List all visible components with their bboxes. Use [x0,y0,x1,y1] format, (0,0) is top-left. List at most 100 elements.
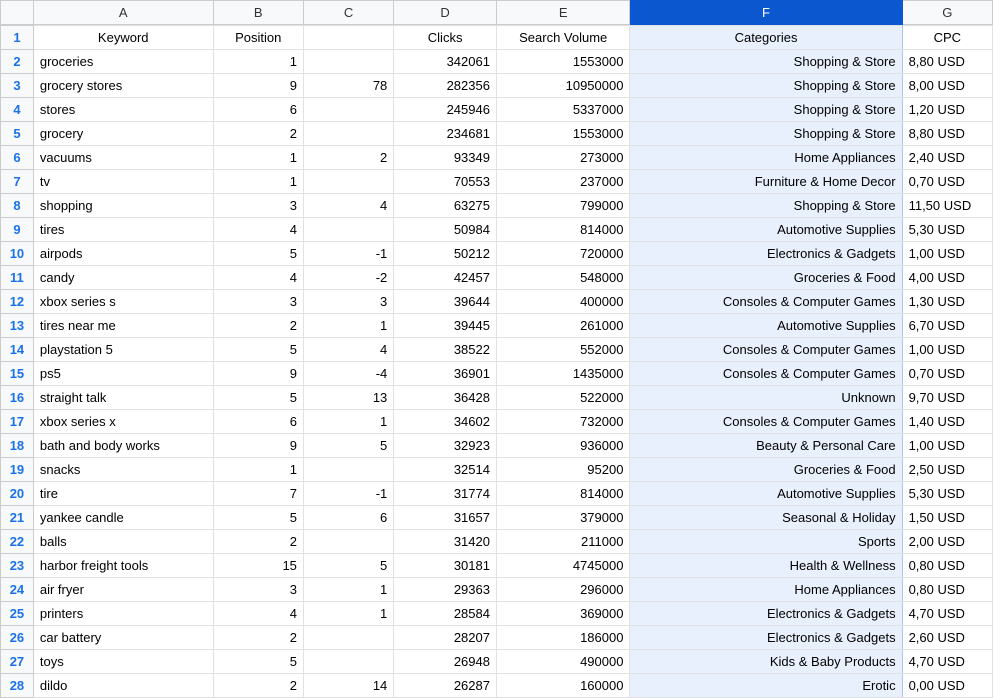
data-cell[interactable]: 5 [303,434,393,458]
data-cell[interactable]: Electronics & Gadgets [630,602,902,626]
header-cell[interactable]: CPC [902,26,992,50]
data-cell[interactable]: 2,00 USD [902,530,992,554]
data-cell[interactable]: snacks [33,458,213,482]
data-cell[interactable]: 31657 [394,506,497,530]
data-cell[interactable]: 32514 [394,458,497,482]
data-cell[interactable]: ps5 [33,362,213,386]
data-cell[interactable]: candy [33,266,213,290]
data-cell[interactable]: 3 [213,290,303,314]
data-cell[interactable]: 39445 [394,314,497,338]
data-cell[interactable]: -1 [303,242,393,266]
row-header[interactable]: 26 [1,626,34,650]
data-cell[interactable]: Furniture & Home Decor [630,170,902,194]
data-cell[interactable]: 1 [213,170,303,194]
row-header[interactable]: 21 [1,506,34,530]
col-header-C[interactable]: C [303,1,393,25]
data-cell[interactable]: 30181 [394,554,497,578]
data-cell[interactable]: 814000 [496,482,629,506]
data-cell[interactable]: 5 [213,338,303,362]
data-cell[interactable]: 1553000 [496,122,629,146]
data-cell[interactable] [303,650,393,674]
data-cell[interactable]: 342061 [394,50,497,74]
data-cell[interactable]: airpods [33,242,213,266]
data-cell[interactable]: 211000 [496,530,629,554]
data-cell[interactable]: 548000 [496,266,629,290]
data-cell[interactable]: 95200 [496,458,629,482]
data-cell[interactable]: 0,00 USD [902,674,992,698]
data-cell[interactable]: Health & Wellness [630,554,902,578]
data-cell[interactable]: 1 [303,578,393,602]
data-cell[interactable] [303,50,393,74]
data-cell[interactable]: 5 [303,554,393,578]
data-cell[interactable]: tires near me [33,314,213,338]
data-cell[interactable]: grocery stores [33,74,213,98]
data-cell[interactable]: 1,00 USD [902,434,992,458]
data-cell[interactable]: 34602 [394,410,497,434]
data-cell[interactable]: 26287 [394,674,497,698]
header-cell[interactable]: Keyword [33,26,213,50]
data-cell[interactable]: 490000 [496,650,629,674]
data-cell[interactable]: harbor freight tools [33,554,213,578]
data-cell[interactable]: 50984 [394,218,497,242]
data-cell[interactable]: 13 [303,386,393,410]
data-cell[interactable] [303,218,393,242]
data-cell[interactable]: 2 [213,122,303,146]
data-cell[interactable]: 8,80 USD [902,122,992,146]
data-cell[interactable]: Groceries & Food [630,266,902,290]
data-cell[interactable]: 799000 [496,194,629,218]
row-header[interactable]: 20 [1,482,34,506]
data-cell[interactable]: 10950000 [496,74,629,98]
data-cell[interactable]: Sports [630,530,902,554]
row-header[interactable]: 28 [1,674,34,698]
data-cell[interactable]: 2 [213,314,303,338]
data-cell[interactable]: grocery [33,122,213,146]
data-cell[interactable]: 2 [213,674,303,698]
data-cell[interactable]: 234681 [394,122,497,146]
data-cell[interactable]: 4 [213,602,303,626]
header-cell[interactable]: Search Volume [496,26,629,50]
data-cell[interactable]: 9 [213,74,303,98]
data-cell[interactable]: 1 [213,458,303,482]
data-cell[interactable]: groceries [33,50,213,74]
row-header[interactable]: 17 [1,410,34,434]
col-header-G[interactable]: G [902,1,992,25]
data-cell[interactable] [303,626,393,650]
data-cell[interactable]: 1435000 [496,362,629,386]
row-header[interactable]: 12 [1,290,34,314]
data-cell[interactable]: 814000 [496,218,629,242]
data-cell[interactable]: car battery [33,626,213,650]
data-cell[interactable]: tire [33,482,213,506]
data-cell[interactable] [303,170,393,194]
data-cell[interactable]: 8,00 USD [902,74,992,98]
data-cell[interactable]: Electronics & Gadgets [630,242,902,266]
data-cell[interactable]: Automotive Supplies [630,482,902,506]
data-cell[interactable]: 70553 [394,170,497,194]
data-cell[interactable]: 0,80 USD [902,578,992,602]
row-header-1[interactable]: 1 [1,26,34,50]
data-cell[interactable]: 9 [213,362,303,386]
data-cell[interactable]: 32923 [394,434,497,458]
data-cell[interactable]: Shopping & Store [630,74,902,98]
row-header[interactable]: 22 [1,530,34,554]
data-cell[interactable]: 11,50 USD [902,194,992,218]
row-header[interactable]: 6 [1,146,34,170]
data-cell[interactable]: 36901 [394,362,497,386]
data-cell[interactable]: dildo [33,674,213,698]
row-header[interactable]: 27 [1,650,34,674]
data-cell[interactable]: 4,70 USD [902,650,992,674]
data-cell[interactable]: yankee candle [33,506,213,530]
data-cell[interactable]: 5 [213,650,303,674]
data-cell[interactable]: 26948 [394,650,497,674]
data-cell[interactable]: 9 [213,434,303,458]
row-header[interactable]: 4 [1,98,34,122]
data-cell[interactable]: 720000 [496,242,629,266]
col-header-F[interactable]: F [630,1,902,25]
data-cell[interactable]: balls [33,530,213,554]
data-cell[interactable]: 42457 [394,266,497,290]
data-cell[interactable]: 38522 [394,338,497,362]
data-cell[interactable]: 29363 [394,578,497,602]
data-cell[interactable]: 296000 [496,578,629,602]
data-cell[interactable]: 4 [213,266,303,290]
data-cell[interactable]: 400000 [496,290,629,314]
data-cell[interactable]: -1 [303,482,393,506]
